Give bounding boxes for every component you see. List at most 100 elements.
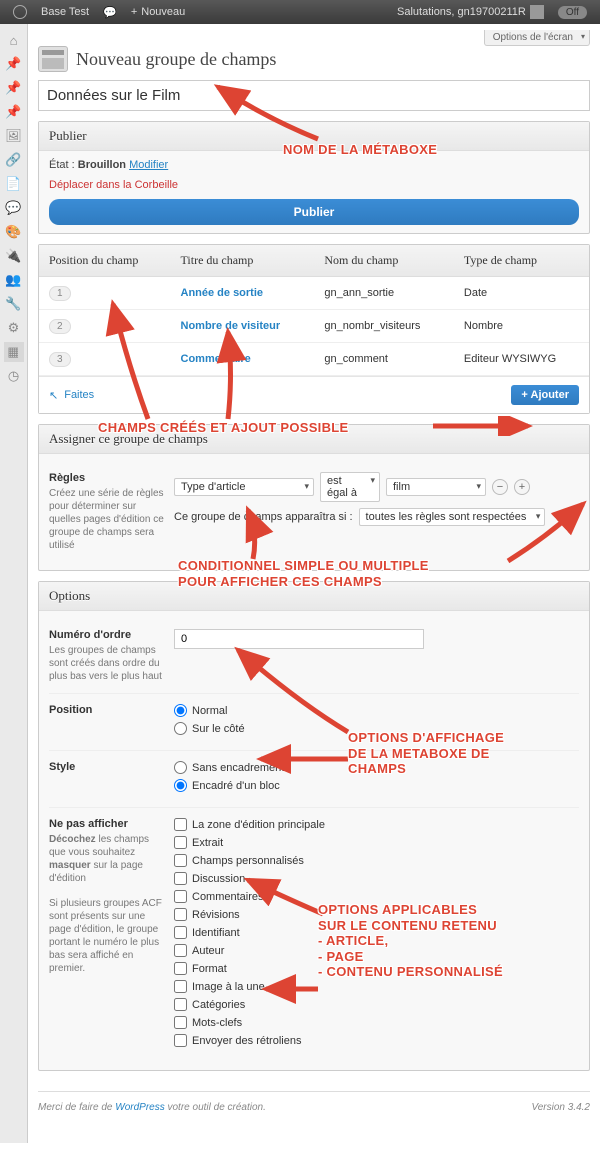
hide-label: Ne pas afficher	[49, 818, 166, 830]
col-title: Titre du champ	[171, 245, 315, 277]
radio-option[interactable]: Sur le côté	[174, 722, 579, 735]
checkbox-label: Révisions	[192, 909, 240, 921]
radio-option[interactable]: Sans encadrement	[174, 761, 579, 774]
user-greeting[interactable]: Salutations, gn19700211R	[390, 5, 551, 19]
menu-settings-icon[interactable]: ⚙	[4, 318, 24, 338]
wordpress-link[interactable]: WordPress	[115, 1102, 164, 1113]
rules-label: Règles	[49, 472, 166, 484]
checkbox-option[interactable]: Envoyer des rétroliens	[174, 1034, 579, 1047]
field-type: Nombre	[454, 310, 589, 343]
checkbox-label: Discussion	[192, 873, 245, 885]
admin-sidebar: ⌂ 📌 📌 📌 🖼 🔗 📄 💬 🎨 🔌 👥 🔧 ⚙ ▦ ◷	[0, 24, 28, 1143]
page-icon	[38, 46, 68, 72]
checkbox-input[interactable]	[174, 980, 187, 993]
rule-remove-button[interactable]: −	[492, 479, 508, 495]
group-title-input[interactable]	[38, 80, 590, 111]
add-field-button[interactable]: + Ajouter	[511, 385, 579, 405]
radio-input[interactable]	[174, 722, 187, 735]
menu-comments-icon[interactable]: 💬	[4, 198, 24, 218]
menu-acf-icon[interactable]: ▦	[4, 342, 24, 362]
checkbox-input[interactable]	[174, 854, 187, 867]
checkbox-option[interactable]: Discussion	[174, 872, 579, 885]
checkbox-input[interactable]	[174, 818, 187, 831]
appear-select[interactable]: toutes les règles sont respectées	[359, 508, 546, 526]
checkbox-option[interactable]: Catégories	[174, 998, 579, 1011]
publish-button[interactable]: Publier	[49, 199, 579, 225]
checkbox-input[interactable]	[174, 944, 187, 957]
version-text: Version 3.4.2	[531, 1102, 590, 1113]
radio-option[interactable]: Encadré d'un bloc	[174, 779, 579, 792]
trash-link[interactable]: Déplacer dans la Corbeille	[49, 179, 178, 191]
screen-options-toggle[interactable]: Options de l'écran	[484, 30, 590, 46]
menu-users-icon[interactable]: 👥	[4, 270, 24, 290]
options-box-title: Options	[39, 582, 589, 611]
radio-input[interactable]	[174, 761, 187, 774]
checkbox-option[interactable]: Mots-clefs	[174, 1016, 579, 1029]
menu-appearance-icon[interactable]: 🎨	[4, 222, 24, 242]
checkbox-input[interactable]	[174, 836, 187, 849]
off-toggle[interactable]: Off	[551, 6, 594, 19]
rule-value-select[interactable]: film	[386, 478, 486, 496]
appear-label: Ce groupe de champs apparaîtra si :	[174, 511, 353, 523]
checkbox-input[interactable]	[174, 962, 187, 975]
field-title-link[interactable]: Nombre de visiteur	[181, 320, 281, 332]
menu-tools-icon[interactable]: 🔧	[4, 294, 24, 314]
radio-input[interactable]	[174, 704, 187, 717]
modify-status-link[interactable]: Modifier	[129, 159, 168, 171]
checkbox-label: Image à la une	[192, 981, 265, 993]
admin-bar: Base Test 💬 +Nouveau Salutations, gn1970…	[0, 0, 600, 24]
rule-add-button[interactable]: +	[514, 479, 530, 495]
checkbox-label: Identifiant	[192, 927, 240, 939]
menu-custom2-icon[interactable]: 📌	[4, 102, 24, 122]
field-title-link[interactable]: Année de sortie	[181, 287, 264, 299]
site-name-menu[interactable]: Base Test	[34, 6, 96, 18]
radio-input[interactable]	[174, 779, 187, 792]
checkbox-option[interactable]: Champs personnalisés	[174, 854, 579, 867]
menu-posts-icon[interactable]: 📌	[4, 54, 24, 74]
radio-option[interactable]: Normal	[174, 704, 579, 717]
menu-dashboard-icon[interactable]: ⌂	[4, 30, 24, 50]
radio-label: Sans encadrement	[192, 762, 284, 774]
checkbox-option[interactable]: Révisions	[174, 908, 579, 921]
checkbox-option[interactable]: Extrait	[174, 836, 579, 849]
menu-pages-icon[interactable]: 📄	[4, 174, 24, 194]
field-title-link[interactable]: Commentaire	[181, 353, 251, 365]
field-name: gn_nombr_visiteurs	[314, 310, 454, 343]
wordpress-icon	[13, 5, 27, 19]
checkbox-input[interactable]	[174, 926, 187, 939]
checkbox-option[interactable]: Format	[174, 962, 579, 975]
checkbox-label: Envoyer des rétroliens	[192, 1035, 301, 1047]
new-content-menu[interactable]: +Nouveau	[124, 6, 192, 18]
checkbox-option[interactable]: Auteur	[174, 944, 579, 957]
table-row[interactable]: 3 Commentaire gn_comment Editeur WYSIWYG	[39, 343, 589, 376]
menu-links-icon[interactable]: 🔗	[4, 150, 24, 170]
checkbox-input[interactable]	[174, 890, 187, 903]
checkbox-input[interactable]	[174, 1016, 187, 1029]
field-position: 3	[49, 352, 71, 367]
menu-media-icon[interactable]: 🖼	[4, 126, 24, 146]
menu-custom1-icon[interactable]: 📌	[4, 78, 24, 98]
col-name: Nom du champ	[314, 245, 454, 277]
col-position: Position du champ	[39, 245, 171, 277]
menu-other-icon[interactable]: ◷	[4, 366, 24, 386]
checkbox-input[interactable]	[174, 1034, 187, 1047]
wp-logo-menu[interactable]	[6, 5, 34, 19]
avatar	[530, 5, 544, 19]
table-row[interactable]: 1 Année de sortie gn_ann_sortie Date	[39, 277, 589, 310]
checkbox-label: La zone d'édition principale	[192, 819, 325, 831]
publish-box: Publier État : Brouillon Modifier Déplac…	[38, 121, 590, 234]
checkbox-input[interactable]	[174, 872, 187, 885]
checkbox-option[interactable]: La zone d'édition principale	[174, 818, 579, 831]
menu-plugins-icon[interactable]: 🔌	[4, 246, 24, 266]
checkbox-input[interactable]	[174, 908, 187, 921]
rule-param-select[interactable]: Type d'article	[174, 478, 314, 496]
checkbox-option[interactable]: Image à la une	[174, 980, 579, 993]
table-row[interactable]: 2 Nombre de visiteur gn_nombr_visiteurs …	[39, 310, 589, 343]
checkbox-input[interactable]	[174, 998, 187, 1011]
rule-operator-select[interactable]: est égal à	[320, 472, 380, 502]
plus-icon: +	[131, 6, 137, 18]
checkbox-option[interactable]: Commentaires	[174, 890, 579, 903]
checkbox-option[interactable]: Identifiant	[174, 926, 579, 939]
comments-menu[interactable]: 💬	[96, 6, 124, 19]
order-input[interactable]	[174, 629, 424, 649]
